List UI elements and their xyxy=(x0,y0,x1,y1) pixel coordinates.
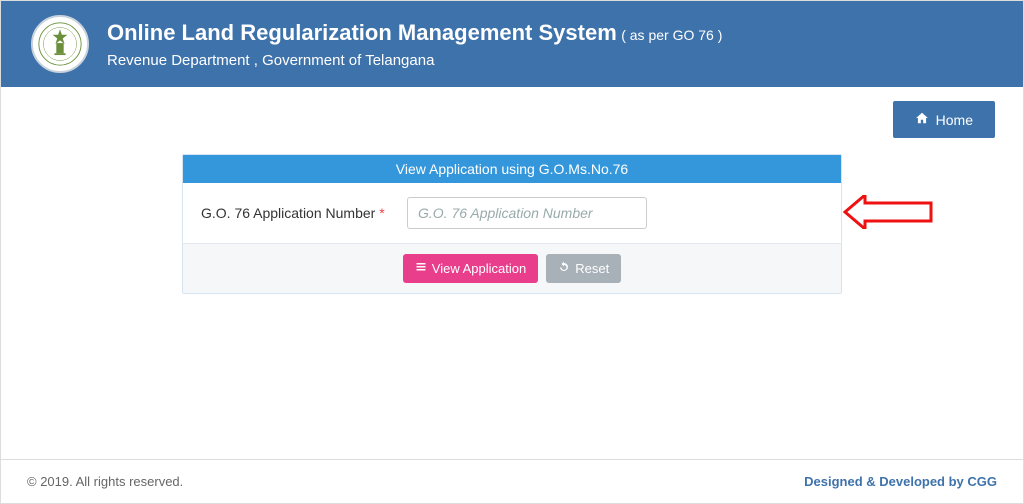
top-actions: Home xyxy=(1,87,1023,146)
list-icon xyxy=(415,261,427,276)
page-footer: © 2019. All rights reserved. Designed & … xyxy=(1,459,1023,503)
copyright-text: © 2019. All rights reserved. xyxy=(27,474,183,489)
view-application-button[interactable]: View Application xyxy=(403,254,538,283)
reset-button-label: Reset xyxy=(575,261,609,276)
application-number-label: G.O. 76 Application Number * xyxy=(201,205,401,221)
annotation-arrow-icon xyxy=(843,195,933,234)
required-mark: * xyxy=(379,205,384,221)
page-subtitle: ( as per GO 76 ) xyxy=(621,27,722,43)
header-text-block: Online Land Regularization Management Sy… xyxy=(107,20,722,69)
home-button[interactable]: Home xyxy=(893,101,995,138)
page-header: Online Land Regularization Management Sy… xyxy=(1,1,1023,87)
app-container: Online Land Regularization Management Sy… xyxy=(0,0,1024,504)
reset-icon xyxy=(558,261,570,276)
home-icon xyxy=(915,111,929,128)
home-button-label: Home xyxy=(936,112,973,128)
panel-body: G.O. 76 Application Number * xyxy=(183,183,841,243)
state-emblem-icon xyxy=(31,15,89,73)
page-title: Online Land Regularization Management Sy… xyxy=(107,20,617,45)
panel-footer: View Application Reset xyxy=(183,243,841,293)
panel-title: View Application using G.O.Ms.No.76 xyxy=(183,155,841,183)
view-application-panel: View Application using G.O.Ms.No.76 G.O.… xyxy=(182,154,842,294)
application-number-input[interactable] xyxy=(407,197,647,229)
view-button-label: View Application xyxy=(432,261,526,276)
credit-link[interactable]: Designed & Developed by CGG xyxy=(804,474,997,489)
reset-button[interactable]: Reset xyxy=(546,254,621,283)
department-name: Revenue Department , Government of Telan… xyxy=(107,52,722,69)
